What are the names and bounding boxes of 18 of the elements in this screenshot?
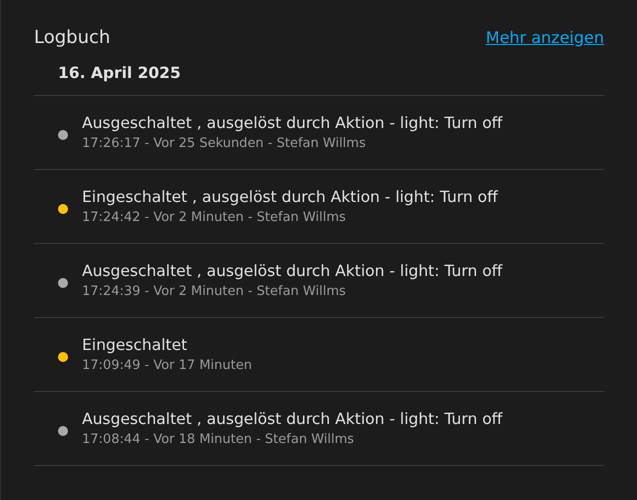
log-entry[interactable]: Eingeschaltet , ausgelöst durch Aktion - light: Turn off 17:24:42 - Vor 2 Minuten - Stefan Willms: [34, 170, 604, 244]
entry-message: Eingeschaltet , ausgelöst durch Aktion - light: Turn off: [82, 188, 498, 206]
log-entry[interactable]: Eingeschaltet 17:09:49 - Vor 17 Minuten: [34, 318, 604, 392]
card-title: Logbuch: [34, 26, 110, 48]
entry-message: Ausgeschaltet , ausgelöst durch Aktion - light: Turn off: [82, 410, 502, 428]
entry-message: Ausgeschaltet , ausgelöst durch Aktion - light: Turn off: [82, 114, 502, 132]
show-more-link[interactable]: Mehr anzeigen: [486, 28, 604, 46]
log-entry[interactable]: Ausgeschaltet , ausgelöst durch Aktion - light: Turn off 17:08:44 - Vor 18 Minuten - Stefan Willms: [34, 392, 604, 466]
entry-meta: 17:24:42 - Vor 2 Minuten - Stefan Willms: [82, 210, 347, 225]
entry-message: Ausgeschaltet , ausgelöst durch Aktion - light: Turn off: [82, 262, 502, 280]
entry-meta: 17:09:49 - Vor 17 Minuten: [82, 358, 252, 373]
date-heading: 16. April 2025: [57, 63, 181, 84]
entry-meta: 17:24:39 - Vor 2 Minuten - Stefan Willms: [82, 284, 347, 299]
entry-message: Eingeschaltet: [82, 336, 188, 354]
entry-meta: 17:08:44 - Vor 18 Minuten - Stefan Willms: [82, 432, 356, 447]
log-entry[interactable]: Ausgeschaltet , ausgelöst durch Aktion - light: Turn off 17:26:17 - Vor 25 Sekunden - Stefan Willms: [34, 96, 604, 170]
entry-meta: 17:26:17 - Vor 25 Sekunden - Stefan Willms: [82, 136, 367, 151]
log-entry[interactable]: Ausgeschaltet , ausgelöst durch Aktion - light: Turn off 17:24:39 - Vor 2 Minuten - Stefan Willms: [34, 244, 604, 318]
